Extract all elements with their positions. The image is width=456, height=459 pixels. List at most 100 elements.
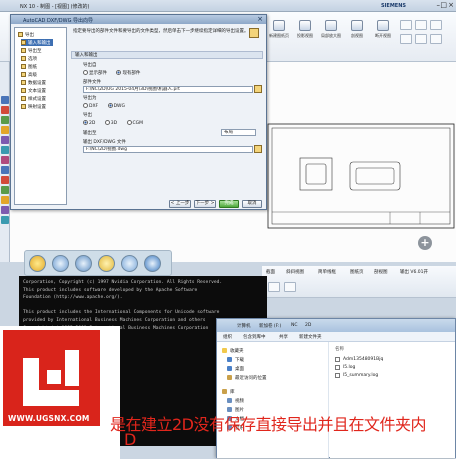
nx2-tool-b[interactable] [284,282,296,292]
ribbon-tool-d[interactable] [400,34,412,44]
edit-icon[interactable] [121,255,138,272]
browse-output-icon[interactable] [254,145,262,153]
back-button[interactable]: < 上一步 [169,200,191,208]
ribbon-tool-f[interactable] [430,34,442,44]
nx2-item-3[interactable]: 图纸页 [350,269,364,275]
tree-item-1[interactable]: 输入和输出 [21,39,53,46]
column-header-name[interactable]: 名称 [335,345,344,352]
resource-icon-6[interactable] [1,156,9,164]
ribbon-tool-a[interactable] [400,20,412,30]
nav-downloads[interactable]: 下载 [227,356,244,363]
resource-icon-11[interactable] [1,206,9,214]
nav-libraries[interactable]: 库 [222,388,235,395]
explorer-address-bar: 计算机 新加卷 (F:) NC 2D [217,319,455,332]
breadcrumb-3[interactable]: 2D [305,323,311,328]
section-header[interactable]: 输入和输出 [71,51,263,59]
tree-item-3[interactable]: 选项 [21,55,37,62]
ribbon-tool-e[interactable] [415,34,427,44]
nx-second-toolbar: 截面 斜斜视图 简单线框 图纸页 剖视图 输出 V6.01开 [262,266,456,298]
nx2-item-0[interactable]: 截面 [266,269,275,275]
part-file-input[interactable]: F:\NC\2D\UG 2015-04月\3D\视图\机器人.prt [83,86,253,93]
nx2-item-4[interactable]: 剖视图 [374,269,388,275]
screen-icon[interactable] [75,255,92,272]
resource-icon-9[interactable] [1,186,9,194]
toolbar-new-folder[interactable]: 新建文件夹 [299,334,322,340]
ribbon-button-2[interactable]: 局部放大图 [320,20,342,38]
breadcrumb-2[interactable]: NC [291,323,298,328]
nx2-item-2[interactable]: 简单线框 [318,269,336,275]
nav-videos[interactable]: 视频 [227,397,244,404]
ribbon-button-3[interactable]: 剖视图 [346,20,368,38]
resource-icon-5[interactable] [1,146,9,154]
nx2-item-11[interactable]: 输出 V6.01开 [400,269,428,275]
resource-icon-7[interactable] [1,166,9,174]
file-row[interactable]: Adm13548091Bjq [335,356,383,363]
resource-icon-10[interactable] [1,196,9,204]
resource-icon-0[interactable] [1,96,9,104]
nx2-tool-a[interactable] [268,282,280,292]
tree-item-6[interactable]: 数据设置 [21,79,46,86]
radio-dxf[interactable] [83,103,88,108]
zoom-icon[interactable]: + [418,236,432,250]
ribbon-button-1[interactable]: 投影视图 [294,20,316,38]
output-file-input[interactable]: F:\NC\2D\视图.dwg [83,146,253,153]
tree-item-5[interactable]: 高级 [21,71,37,78]
wizard-tree: 导出 输入和输出 导出至 选项 图纸 高级 数据设置 文本设置 样式设置 映射设… [14,27,67,205]
toolbar-organize[interactable]: 组织 [223,334,232,340]
nav-desktop[interactable]: 桌面 [227,365,244,372]
nx2-item-1[interactable]: 斜斜视图 [286,269,304,275]
maximize-icon[interactable]: □ [440,1,447,9]
bookmark-icon[interactable] [144,255,161,272]
tree-item-9[interactable]: 映射设置 [21,103,46,110]
breadcrumb-0[interactable]: 计算机 [237,323,251,329]
radio-cgm[interactable] [126,120,132,125]
radio-existing-part[interactable] [116,70,122,75]
ribbon-tool-c[interactable] [430,20,442,30]
ribbon-tool-b[interactable] [415,20,427,30]
tree-item-7[interactable]: 文本设置 [21,87,46,94]
toolbar-include-library[interactable]: 包含到库中 [243,334,266,340]
overlay-caption: 是在建立2D没有保存直接导出并且在文件夹内 [110,415,427,434]
ribbon-button-4[interactable]: 断开视图 [372,20,394,38]
smile-icon[interactable] [29,255,46,272]
radio-2d[interactable] [83,120,88,125]
file-list: 名称 Adm13548091Bjq l5.log l5_summary.log [330,342,455,458]
nx-title: NX 10 - 制图 - [视图] (修改的) [20,4,90,10]
nav-favorites[interactable]: 收藏夹 [222,347,244,354]
console-line: Corporation, Copyright (c) 1997 Nvidia C… [23,280,223,285]
resource-icon-2[interactable] [1,116,9,124]
file-row[interactable]: l5_summary.log [335,372,378,379]
close-icon[interactable]: × [448,1,454,9]
radio-display-part[interactable] [83,70,88,75]
cancel-button[interactable]: 取消 [242,200,262,208]
folder-icon [249,28,259,38]
tree-item-8[interactable]: 样式设置 [21,95,46,102]
tree-item-4[interactable]: 图纸 [21,63,37,70]
resource-icon-12[interactable] [1,216,9,224]
list-icon[interactable] [52,255,69,272]
settings-panel: 指定要导出的部件文件和要导出的文件类型，然后单击下一步继续指定详细的导出设置。 … [71,27,263,205]
breadcrumb-1[interactable]: 新加卷 (F:) [259,323,281,329]
toolbar-share[interactable]: 共享 [279,334,288,340]
dialog-close-icon[interactable]: × [257,15,263,23]
resource-icon-8[interactable] [1,176,9,184]
resource-icon-3[interactable] [1,126,9,134]
nav-recent[interactable]: 最近访问的位置 [227,374,267,381]
radio-dwg[interactable] [107,103,113,108]
resource-icon-1[interactable] [1,106,9,114]
tree-item-2[interactable]: 导出至 [21,47,42,54]
output-type-select[interactable]: 布局 [221,129,256,136]
ribbon-button-0[interactable]: 新建图纸页 [268,20,290,38]
emoji-icon[interactable] [98,255,115,272]
radio-3d[interactable] [104,120,110,125]
next-button[interactable]: 下一步 > [194,200,216,208]
resource-icon-4[interactable] [1,136,9,144]
file-row[interactable]: l5.log [335,364,355,371]
part-label: 部件文件 [83,80,101,85]
browse-part-icon[interactable] [254,85,262,93]
tree-item-0[interactable]: 导出 [18,31,34,38]
export-as-label: 导出为 [83,96,97,101]
finish-button[interactable]: 完成 [219,200,239,208]
export-label: 导出 [83,113,92,118]
